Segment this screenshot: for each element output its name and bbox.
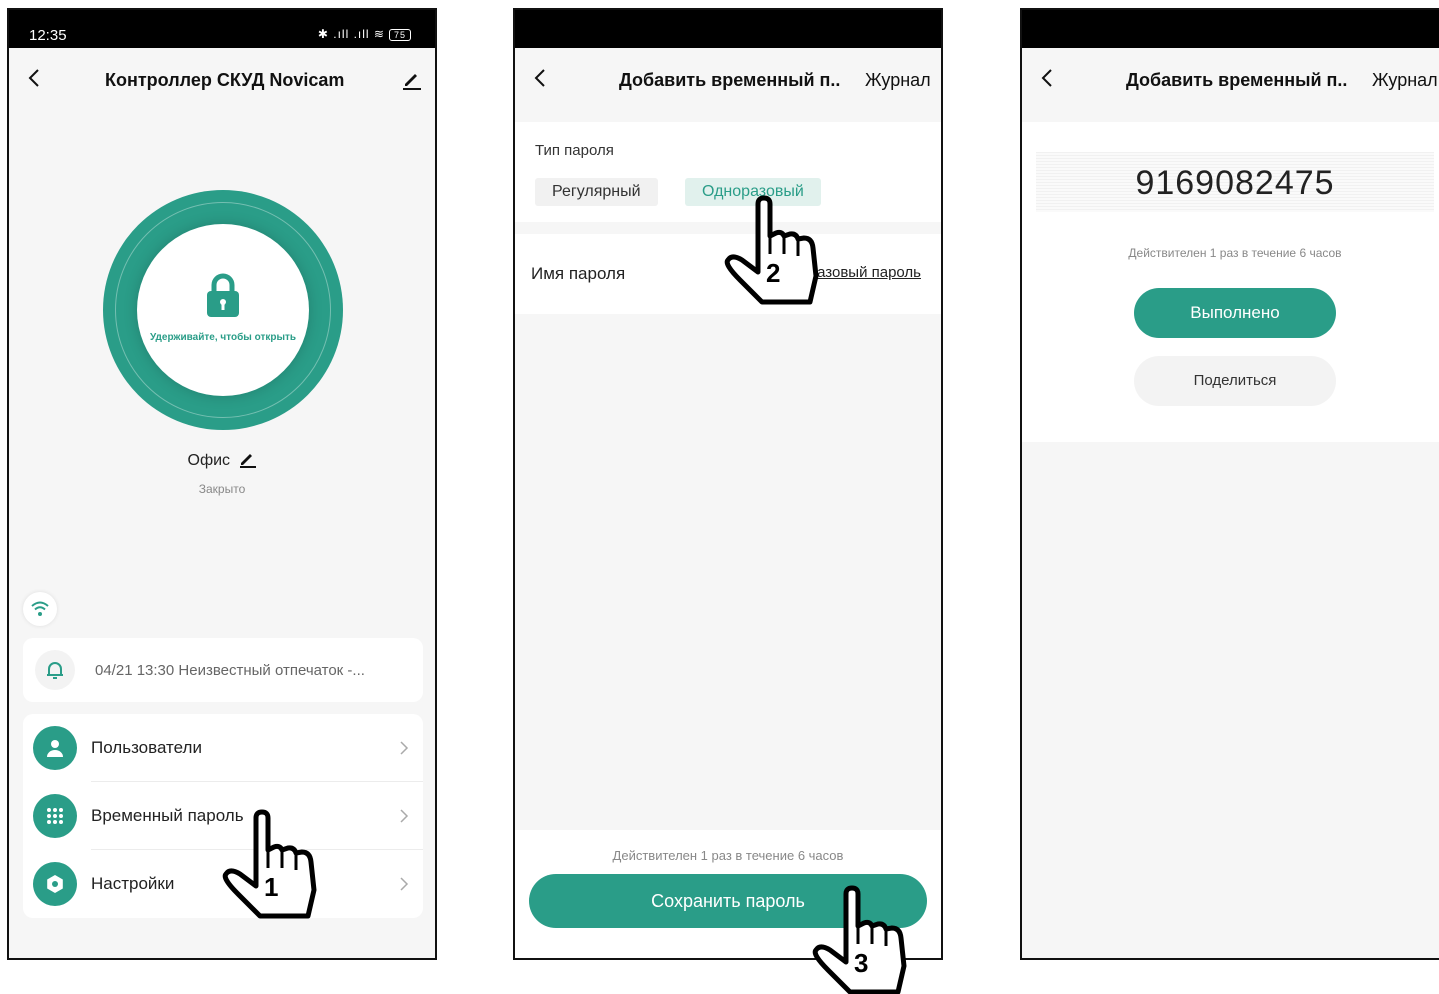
- pencil-icon[interactable]: [239, 450, 257, 468]
- gear-icon: [33, 862, 77, 906]
- status-bar: 12:35 ✱ .ıll .ıll ≋ 75: [9, 10, 435, 48]
- event-text: 04/21 13:30 Неизвестный отпечаток -...: [95, 662, 365, 679]
- back-arrow-icon[interactable]: [1036, 66, 1060, 90]
- app-header: Добавить временный п.. Журнал: [515, 48, 941, 110]
- validity-note: Действителен 1 раз в течение 6 часов: [1128, 246, 1342, 260]
- chevron-right-icon: [399, 876, 409, 892]
- phone-screen-password-result: Добавить временный п.. Журнал 9169082475…: [1020, 8, 1439, 960]
- wifi-icon: [31, 601, 49, 616]
- hold-to-open-label: Удерживайте, чтобы открыть: [149, 332, 297, 343]
- password-result-card: 9169082475 Действителен 1 раз в течение …: [1022, 122, 1439, 442]
- back-arrow-icon[interactable]: [529, 66, 553, 90]
- generated-password: 9169082475: [1135, 164, 1335, 202]
- password-type-label: Тип пароля: [535, 142, 614, 159]
- journal-link[interactable]: Журнал: [865, 70, 931, 91]
- type-option-regular[interactable]: Регулярный: [535, 178, 658, 206]
- step-number: 2: [766, 258, 781, 288]
- device-state: Закрыто: [198, 482, 246, 496]
- status-bar: [1022, 10, 1439, 48]
- hand-pointer-2: 2: [720, 195, 820, 306]
- journal-link[interactable]: Журнал: [1372, 70, 1438, 91]
- step-number: 1: [264, 872, 279, 902]
- hand-pointer-1: 1: [218, 809, 318, 920]
- menu-item-label: Настройки: [91, 874, 175, 893]
- hand-pointer-icon: [222, 809, 317, 919]
- phone-screen-add-password: Добавить временный п.. Журнал Тип пароля…: [513, 8, 943, 960]
- last-event-card[interactable]: 04/21 13:30 Неизвестный отпечаток -...: [23, 638, 423, 702]
- device-name: Офис: [9, 450, 435, 470]
- app-header: Контроллер СКУД Novicam: [9, 48, 435, 110]
- user-icon: [33, 726, 77, 770]
- chevron-right-icon: [399, 740, 409, 756]
- page-title: Контроллер СКУД Novicam: [105, 70, 345, 90]
- lock-icon: [205, 272, 241, 318]
- hand-pointer-icon: [724, 195, 819, 305]
- page-title: Добавить временный п..: [619, 70, 841, 90]
- app-header: Добавить временный п.. Журнал: [1022, 48, 1439, 110]
- edit-icon[interactable]: [401, 68, 423, 90]
- status-icons: ✱ .ıll .ıll ≋ 75: [318, 27, 411, 41]
- validity-note: Действителен 1 раз в течение 6 часов: [612, 848, 844, 863]
- chevron-right-icon: [399, 808, 409, 824]
- device-name-text: Офис: [187, 452, 231, 469]
- status-bar: [515, 10, 941, 48]
- page-title: Добавить временный п..: [1126, 70, 1348, 90]
- password-name-label: Имя пароля: [531, 264, 626, 283]
- wifi-status: [23, 592, 57, 626]
- menu-item-users[interactable]: Пользователи: [23, 714, 423, 782]
- tutorial-canvas: 12:35 ✱ .ıll .ıll ≋ 75 Контроллер СКУД No…: [0, 0, 1439, 994]
- back-arrow-icon[interactable]: [23, 66, 47, 90]
- keypad-icon: [33, 794, 77, 838]
- battery-icon: 75: [388, 29, 411, 41]
- step-number: 3: [854, 948, 869, 978]
- share-button[interactable]: Поделиться: [1134, 356, 1336, 406]
- done-button[interactable]: Выполнено: [1134, 288, 1336, 338]
- status-time: 12:35: [29, 27, 67, 44]
- menu-item-label: Пользователи: [91, 738, 202, 757]
- hand-pointer-3: 3: [808, 885, 908, 994]
- bell-icon: [35, 650, 75, 690]
